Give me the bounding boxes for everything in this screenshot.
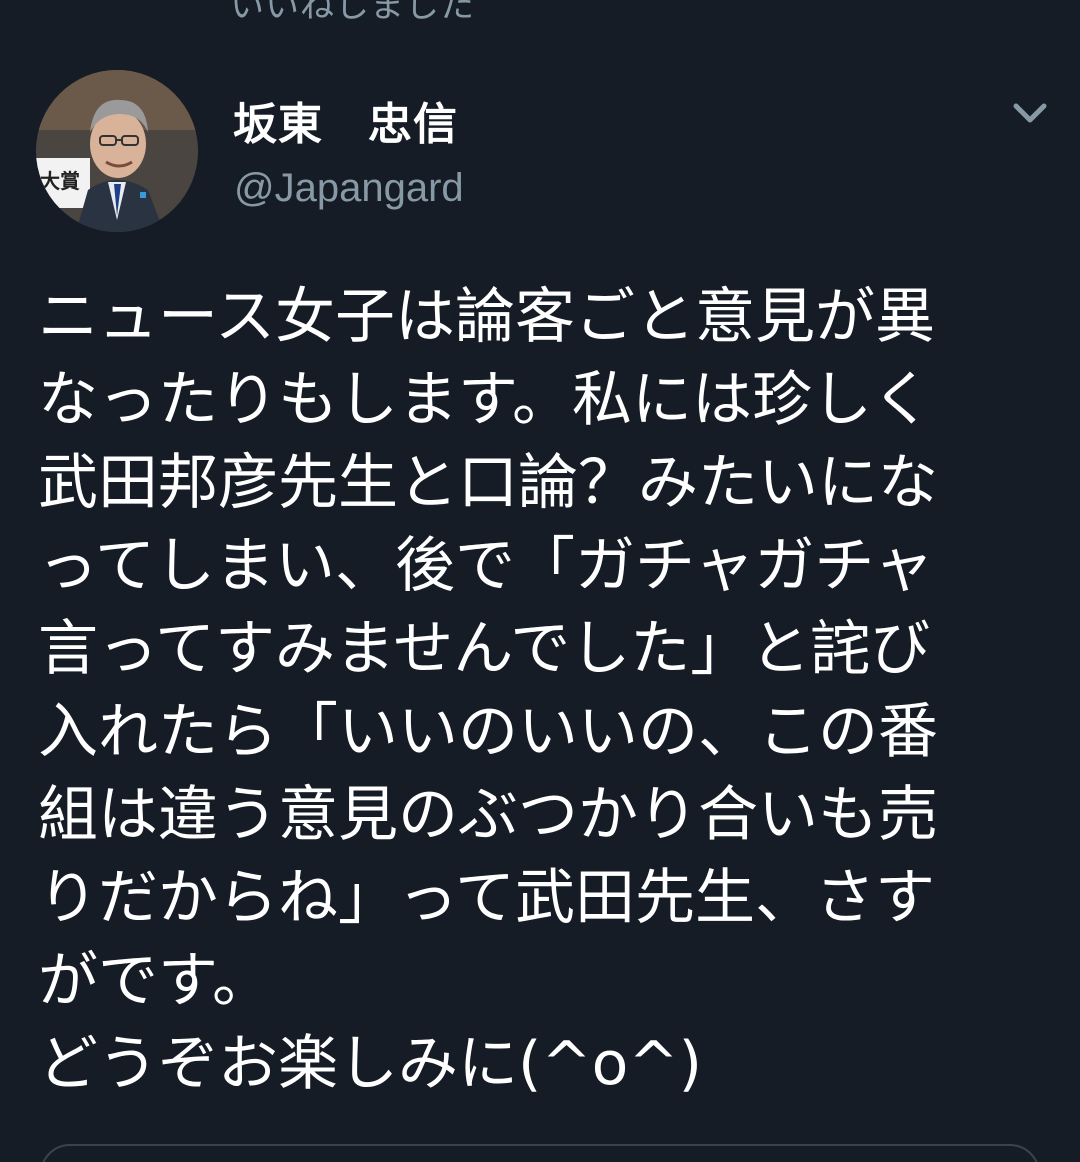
tweet-text: ニュース女子は論客ごと意見が異 なったりもします。私には珍しく 武田邦彦先生と口… [38, 276, 1048, 1106]
tweet-line: がです。 [38, 946, 272, 1016]
tweet-line: ってしまい、後で「ガチャガチャ [38, 531, 934, 601]
tweet-line: 言ってすみませんでした」と詫び [38, 614, 931, 684]
avatar-photo: 大賞 [36, 70, 198, 232]
chevron-down-icon[interactable] [1008, 96, 1052, 132]
avatar[interactable]: 大賞 [36, 70, 198, 232]
tweet-line: ニュース女子は論客ごと意見が異 [38, 282, 935, 352]
tweet-line: なったりもします。私には珍しく [38, 365, 932, 435]
tweet-line: 武田邦彦先生と口論？みたいにな [38, 448, 938, 518]
avatar-sign-text: 大賞 [40, 169, 80, 193]
link-card-preview[interactable] [40, 1144, 1040, 1162]
tweet-line: どうぞお楽しみに(^o^) [38, 1029, 703, 1099]
author-display-name[interactable]: 坂東 忠信 [233, 88, 458, 152]
tweet-line: りだからね」って武田先生、さす [38, 863, 935, 933]
author-handle[interactable]: @Japangard [234, 166, 464, 211]
tweet-line: 入れたら「いいのいいの、この番 [38, 697, 938, 767]
liked-notice: いいねしました [230, 0, 475, 26]
tweet-line: 組は違う意見のぶつかり合いも売 [38, 780, 938, 850]
